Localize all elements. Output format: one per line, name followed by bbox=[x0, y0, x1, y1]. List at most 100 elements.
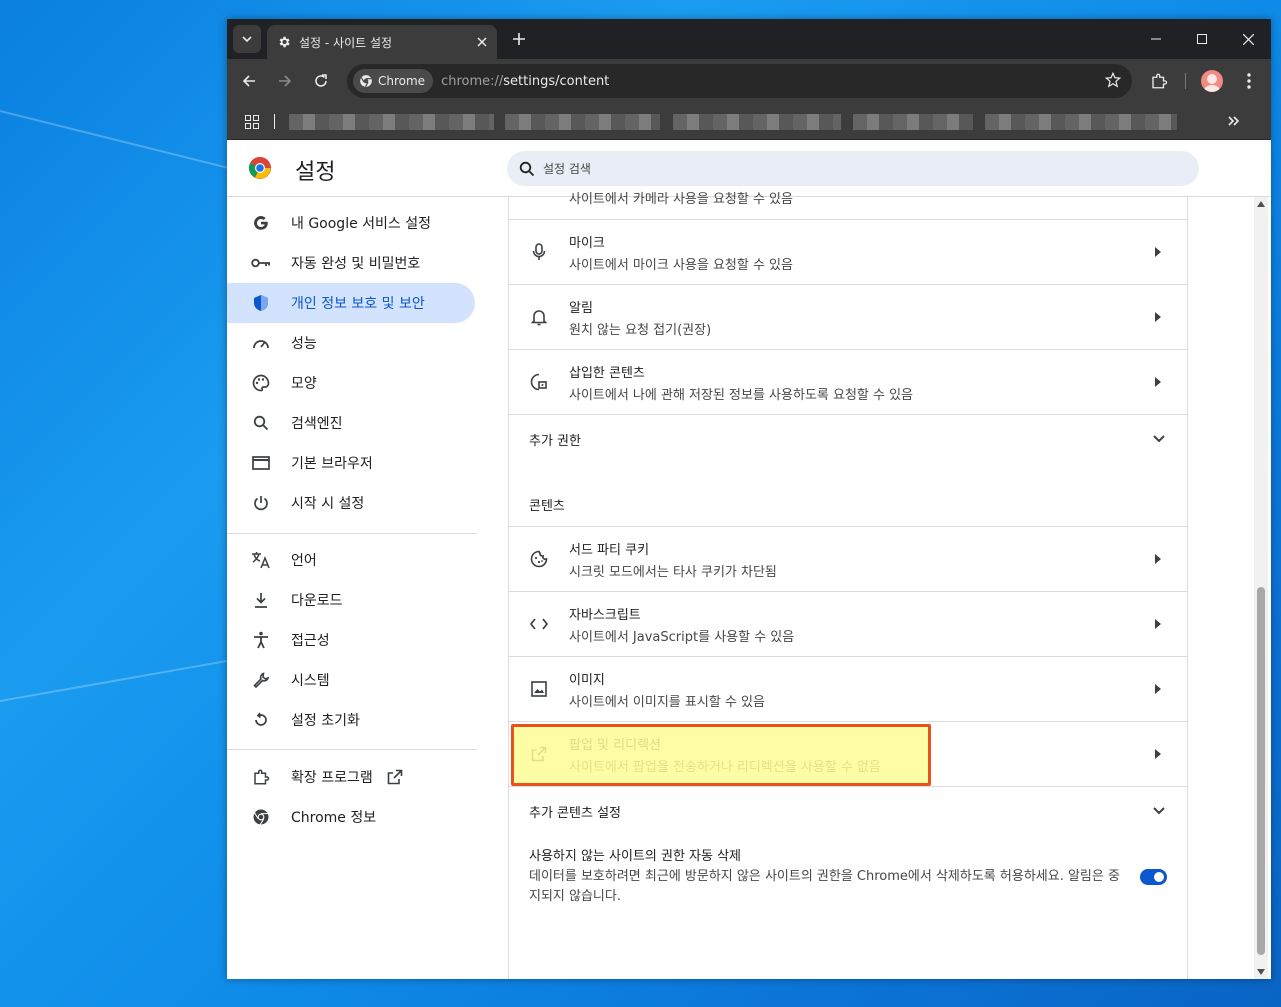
auto-revoke-setting: 사용하지 않는 사이트의 권한 자동 삭제 데이터를 보호하려면 최근에 방문하… bbox=[529, 847, 1129, 907]
sidebar: 내 Google 서비스 설정 자동 완성 및 비밀번호 개인 정보 보호 및 … bbox=[227, 197, 477, 979]
sidebar-item-downloads[interactable]: 다운로드 bbox=[227, 580, 475, 620]
row-title: 알림 bbox=[569, 300, 593, 316]
row-description: 사이트에서 이미지를 표시할 수 있음 bbox=[569, 694, 765, 710]
page-title: 설정 bbox=[295, 160, 336, 185]
close-icon bbox=[1242, 33, 1254, 45]
sidebar-item-system[interactable]: 시스템 bbox=[227, 660, 475, 700]
sidebar-item-privacy-security[interactable]: 개인 정보 보호 및 보안 bbox=[227, 283, 475, 323]
sidebar-item-google-services[interactable]: 내 Google 서비스 설정 bbox=[227, 203, 475, 243]
sidebar-item-extensions[interactable]: 확장 프로그램 bbox=[227, 757, 475, 797]
bookmark-star-button[interactable] bbox=[1104, 71, 1122, 93]
section-label: 추가 콘텐츠 설정 bbox=[529, 806, 621, 821]
tab-search-button[interactable] bbox=[233, 25, 261, 53]
address-bar[interactable]: Chrome chrome://settings/content bbox=[347, 64, 1132, 98]
wrench-icon bbox=[251, 670, 271, 690]
reload-icon bbox=[315, 74, 327, 87]
profile-avatar[interactable] bbox=[1201, 70, 1223, 92]
palette-icon bbox=[251, 373, 271, 393]
apps-button[interactable] bbox=[245, 114, 259, 133]
settings-search[interactable] bbox=[507, 151, 1199, 186]
sidebar-item-label: 접근성 bbox=[291, 633, 330, 649]
blurred-bookmark[interactable] bbox=[673, 114, 841, 130]
auto-revoke-toggle[interactable] bbox=[1140, 869, 1167, 885]
blurred-bookmark[interactable] bbox=[505, 114, 660, 130]
row-description: 시크릿 모드에서는 타사 쿠키가 차단됨 bbox=[569, 564, 777, 580]
row-description: 사이트에서 팝업을 전송하거나 리디렉션을 사용할 수 없음 bbox=[569, 759, 881, 775]
content-row-images[interactable]: 이미지 사이트에서 이미지를 표시할 수 있음 bbox=[509, 656, 1187, 721]
content-row-third-party-cookies[interactable]: 서드 파티 쿠키시크릿 모드에서는 타사 쿠키가 차단됨 bbox=[509, 526, 1187, 591]
chrome-icon bbox=[251, 807, 271, 827]
scroll-down-icon[interactable] bbox=[1257, 969, 1265, 975]
tab-settings[interactable]: 설정 - 사이트 설정 bbox=[267, 25, 497, 59]
section-label: 추가 권한 bbox=[529, 434, 581, 449]
extension-icon bbox=[1152, 73, 1168, 89]
chevron-down-icon bbox=[242, 36, 252, 43]
star-icon bbox=[1104, 71, 1122, 88]
scroll-up-icon[interactable] bbox=[1257, 201, 1265, 207]
sidebar-item-on-startup[interactable]: 시작 시 설정 bbox=[227, 483, 475, 523]
kebab-menu-icon bbox=[1247, 73, 1251, 89]
sidebar-item-default-browser[interactable]: 기본 브라우저 bbox=[227, 443, 475, 483]
extensions-button[interactable] bbox=[1145, 67, 1173, 95]
permission-row-notifications[interactable]: 알림 원치 않는 요청 접기(권장) bbox=[509, 284, 1187, 349]
menu-button[interactable] bbox=[1235, 67, 1263, 95]
new-tab-button[interactable] bbox=[507, 27, 531, 51]
more-bookmarks-button[interactable] bbox=[1227, 113, 1241, 132]
maximize-button[interactable] bbox=[1179, 19, 1225, 59]
back-button[interactable] bbox=[235, 67, 263, 95]
accessibility-icon bbox=[251, 630, 271, 650]
sidebar-item-label: 모양 bbox=[291, 376, 317, 392]
site-info-chip[interactable]: Chrome bbox=[353, 69, 434, 93]
desktop-light-streak bbox=[0, 658, 237, 702]
arrow-right-icon bbox=[1129, 619, 1187, 629]
permission-row-embedded-content[interactable]: 삽입한 콘텐츠 사이트에서 나에 관해 저장된 정보를 사용하도록 요청할 수 있… bbox=[509, 349, 1187, 414]
sidebar-item-label: 설정 초기화 bbox=[291, 713, 360, 729]
gear-icon bbox=[279, 36, 290, 48]
sidebar-item-reset-settings[interactable]: 설정 초기화 bbox=[227, 700, 475, 740]
search-icon bbox=[519, 161, 535, 176]
row-title: 삽입한 콘텐츠 bbox=[569, 365, 645, 381]
sidebar-item-accessibility[interactable]: 접근성 bbox=[227, 620, 475, 660]
close-window-button[interactable] bbox=[1225, 19, 1271, 59]
sidebar-item-autofill[interactable]: 자동 완성 및 비밀번호 bbox=[227, 243, 475, 283]
tab-strip: 설정 - 사이트 설정 bbox=[227, 19, 1271, 59]
sidebar-item-label: 시작 시 설정 bbox=[291, 496, 365, 512]
arrow-right-icon bbox=[1129, 749, 1187, 759]
url-text[interactable]: chrome://settings/content bbox=[441, 74, 609, 89]
sidebar-item-label: Chrome 정보 bbox=[291, 810, 377, 826]
sidebar-item-appearance[interactable]: 모양 bbox=[227, 363, 475, 403]
search-input[interactable] bbox=[543, 161, 1143, 176]
bookmarks-bar bbox=[227, 103, 1271, 140]
sidebar-item-search-engine[interactable]: 검색엔진 bbox=[227, 403, 475, 443]
reload-button[interactable] bbox=[307, 67, 335, 95]
blurred-bookmark[interactable] bbox=[853, 114, 973, 130]
chevron-double-right-icon bbox=[1228, 116, 1240, 126]
scrollbar-thumb[interactable] bbox=[1257, 587, 1265, 955]
sidebar-item-performance[interactable]: 성능 bbox=[227, 323, 475, 363]
apps-grid-icon bbox=[245, 115, 259, 129]
embedded-content-icon bbox=[509, 373, 569, 391]
minimize-button[interactable] bbox=[1133, 19, 1179, 59]
row-title: 자바스크립트 bbox=[569, 607, 641, 623]
blurred-bookmark[interactable] bbox=[289, 114, 494, 130]
content-row-javascript[interactable]: 자바스크립트 사이트에서 JavaScript를 사용할 수 있음 bbox=[509, 591, 1187, 656]
sidebar-item-label: 확장 프로그램 bbox=[291, 770, 373, 786]
reset-icon bbox=[251, 710, 271, 730]
blurred-bookmark[interactable] bbox=[985, 114, 1177, 130]
close-icon[interactable] bbox=[477, 37, 487, 47]
url-path: settings/content bbox=[503, 73, 610, 89]
toolbar-divider bbox=[1185, 73, 1186, 89]
sidebar-item-languages[interactable]: 언어 bbox=[227, 540, 475, 580]
sidebar-item-label: 다운로드 bbox=[291, 593, 343, 609]
sidebar-item-about-chrome[interactable]: Chrome 정보 bbox=[227, 797, 475, 837]
sidebar-item-label: 성능 bbox=[291, 336, 317, 352]
row-title: 서드 파티 쿠키 bbox=[569, 542, 650, 558]
arrow-right-icon bbox=[279, 75, 292, 87]
page-scrollbar[interactable] bbox=[1254, 197, 1268, 979]
forward-button[interactable] bbox=[271, 67, 299, 95]
permission-row-microphone[interactable]: 마이크 사이트에서 마이크 사용을 요청할 수 있음 bbox=[509, 219, 1187, 284]
content-row-popups-redirects[interactable]: 팝업 및 리디렉션 사이트에서 팝업을 전송하거나 리디렉션을 사용할 수 없음 bbox=[509, 721, 1187, 786]
more-content-settings-expander[interactable]: 추가 콘텐츠 설정 bbox=[509, 786, 1187, 836]
more-permissions-expander[interactable]: 추가 권한 bbox=[509, 414, 1187, 464]
code-icon bbox=[509, 618, 569, 630]
